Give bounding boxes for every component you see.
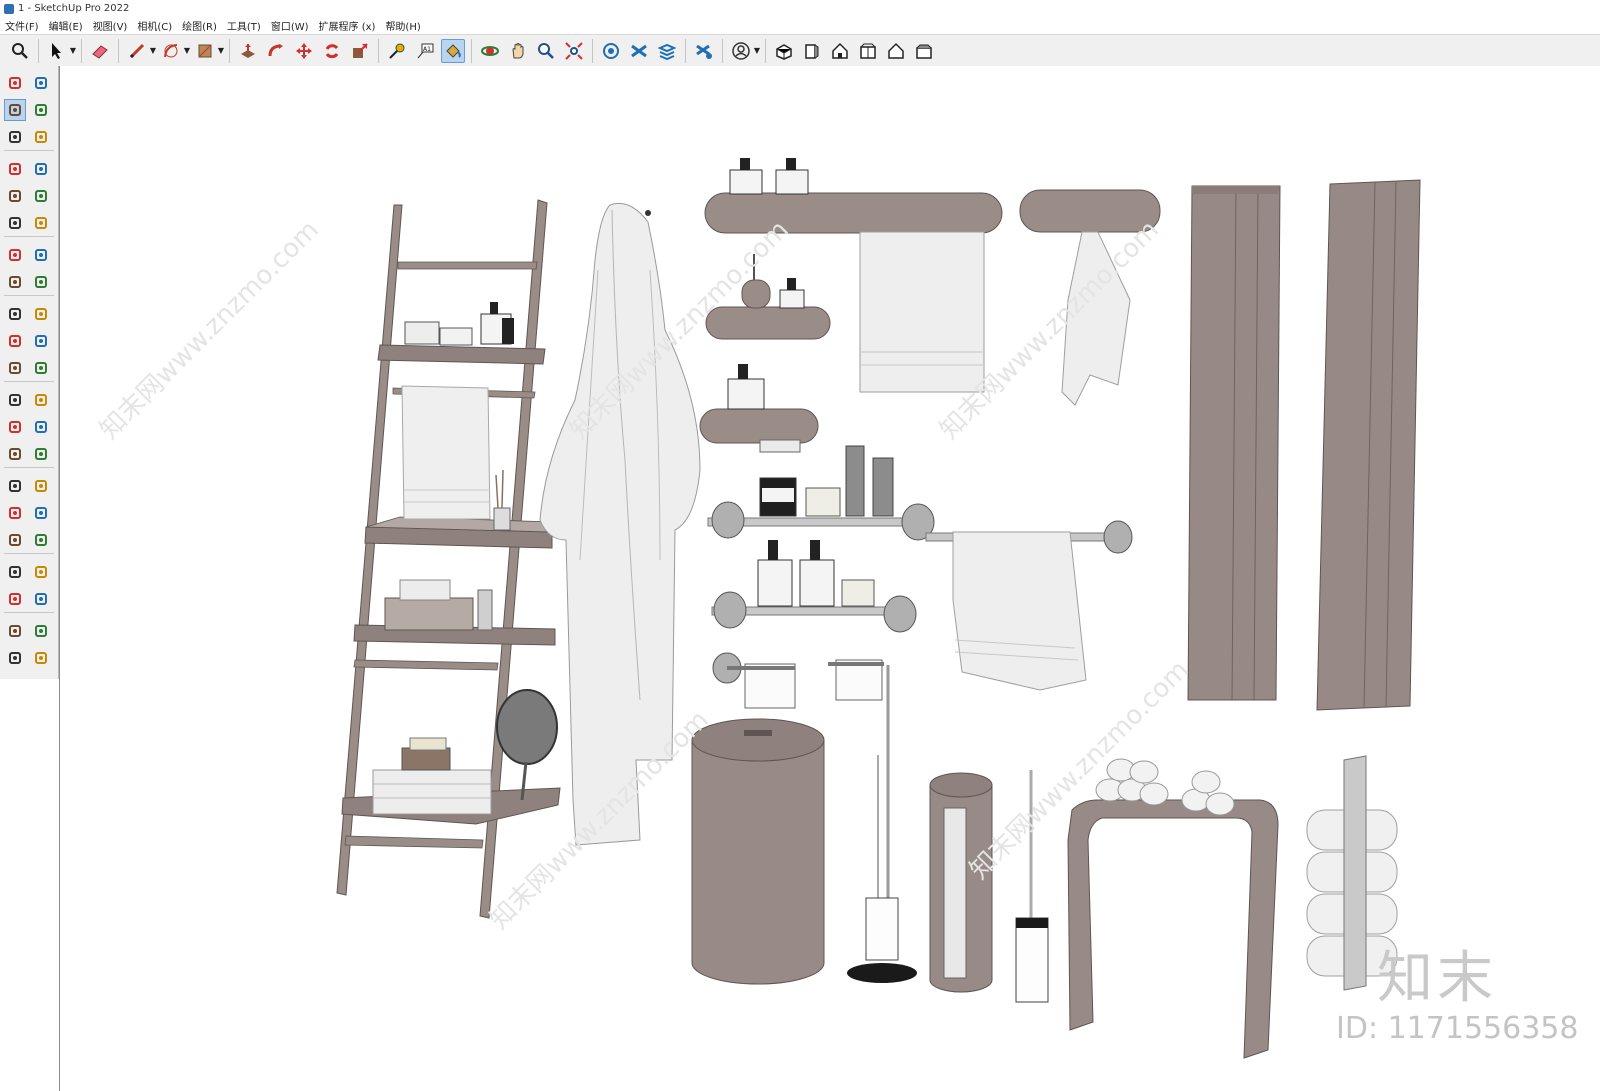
- ladder-shelf[interactable]: [336, 199, 561, 919]
- toilet-paper-holder-1[interactable]: [712, 652, 796, 709]
- wood-wall-panel-2[interactable]: [1316, 179, 1421, 711]
- small-shelf-2[interactable]: [699, 364, 819, 453]
- image-id-label: ID: 1171556358: [1336, 1011, 1579, 1046]
- bath-stool[interactable]: [1067, 758, 1279, 1059]
- wood-wall-panel-1[interactable]: [1187, 185, 1281, 701]
- towel-bar[interactable]: [925, 520, 1133, 691]
- model-scene: [336, 158, 1421, 1059]
- toilet-paper-stand[interactable]: [828, 659, 917, 983]
- chrome-rail-shelf-1[interactable]: [707, 445, 935, 541]
- laundry-hamper[interactable]: [691, 718, 825, 985]
- brand-logo-text: 知末: [1377, 946, 1497, 1011]
- chrome-rail-shelf-2[interactable]: [711, 540, 917, 633]
